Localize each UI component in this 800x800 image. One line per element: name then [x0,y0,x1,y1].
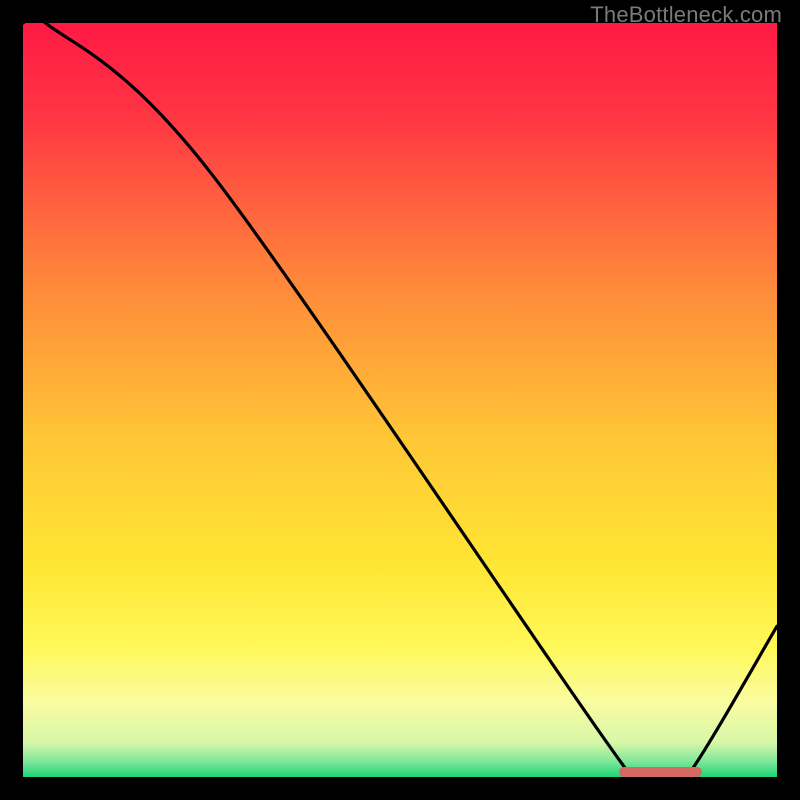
chart-background-gradient [23,23,777,777]
watermark-text: TheBottleneck.com [590,2,782,28]
chart-area [23,23,777,777]
optimum-range-marker [619,767,702,777]
